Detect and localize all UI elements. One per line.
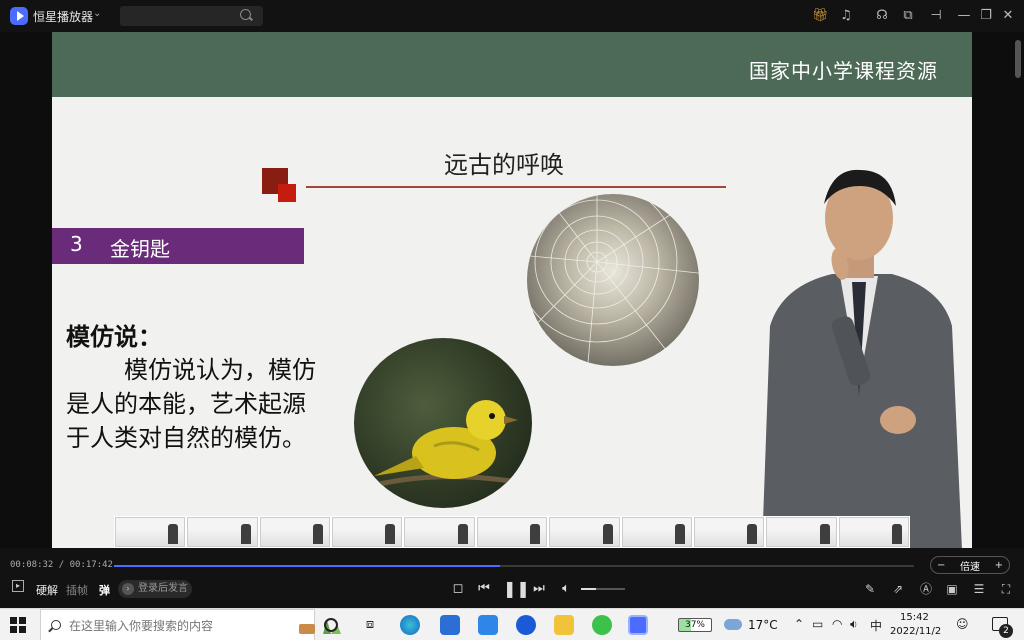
danmu-toggle[interactable]: 弹 <box>99 582 110 598</box>
section-title: 金钥匙 <box>110 237 170 261</box>
danmu-post-label: 登录后发言 <box>138 583 188 594</box>
chevron-right-icon: › <box>122 583 134 595</box>
frame-interp-button[interactable]: 插帧 <box>66 582 88 598</box>
decor-square-red <box>278 184 296 202</box>
scrollbar-thumb[interactable] <box>1015 40 1021 78</box>
wifi-icon[interactable]: ◠ <box>832 617 842 631</box>
next-icon[interactable]: ⏭︎ <box>531 581 547 597</box>
presenter-figure <box>752 156 967 548</box>
app-title[interactable]: 恒星播放器 <box>33 8 93 25</box>
title-bar: 恒星播放器 ⌄ 🎁︎ ♫ ☊ ⧉ ⊣ — ❐ ✕ <box>0 0 1024 32</box>
chevron-down-icon[interactable]: ⌄ <box>93 8 101 19</box>
windows-taskbar: ⧈ 37% 17°C ⌃ ▭ ◠ 🔉︎ 中 15:42 2022/11/2 ☺ … <box>0 608 1024 640</box>
store-icon[interactable] <box>440 615 460 635</box>
speed-increase-button[interactable]: + <box>995 560 1003 571</box>
body-line-1: 模仿说认为，模仿 <box>124 356 316 384</box>
task-view-icon[interactable]: ⧈ <box>360 615 380 635</box>
thumbnail[interactable] <box>621 517 692 547</box>
volume-fill <box>581 588 597 590</box>
speed-decrease-button[interactable]: − <box>937 560 945 571</box>
people-icon[interactable]: ☺ <box>956 617 969 631</box>
section-banner <box>52 228 304 264</box>
taskbar-search-box[interactable] <box>40 609 341 640</box>
tray-expand-icon[interactable]: ⌃ <box>794 617 804 631</box>
taskbar-search-input[interactable] <box>69 617 269 635</box>
spider-web-image <box>527 194 699 366</box>
temperature[interactable]: 17°C <box>748 618 778 632</box>
slide-header-band: 国家中小学课程资源 <box>52 32 972 97</box>
thumbnail[interactable] <box>838 517 909 547</box>
yellow-bird-image <box>354 338 532 508</box>
gift-icon[interactable]: 🎁︎ <box>812 8 829 24</box>
thumbnail[interactable] <box>549 517 620 547</box>
body-line-2: 是人的本能，艺术起源 <box>66 390 306 418</box>
speed-button[interactable]: 倍速 <box>960 558 980 573</box>
mimesis-heading: 模仿说： <box>66 323 162 351</box>
notification-count: 2 <box>999 624 1013 638</box>
weather-cloud-icon[interactable] <box>724 619 742 630</box>
playlist-panel-icon[interactable]: ☰ <box>971 581 987 597</box>
hw-decode-button[interactable]: 硬解 <box>36 582 58 598</box>
video-canvas[interactable]: 国家中小学课程资源 远古的呼唤 3 金钥匙 模仿说： 模仿说认为，模仿 是人的本… <box>52 32 972 548</box>
slide-thumbnail-strip[interactable] <box>114 516 910 548</box>
thumbnail[interactable] <box>115 517 186 547</box>
toolbox-icon[interactable]: ▣ <box>944 581 960 597</box>
mail-icon[interactable] <box>478 615 498 635</box>
edit-icon[interactable]: ✎ <box>862 581 878 597</box>
volume-icon[interactable]: 🔈︎ <box>558 581 574 597</box>
progress-bar[interactable] <box>114 565 914 567</box>
stop-icon[interactable]: ◻ <box>450 581 466 597</box>
windows-start-icon[interactable] <box>10 617 26 633</box>
speaker-icon[interactable]: 🔉︎ <box>850 617 858 632</box>
screenshot-icon[interactable]: ⧉ <box>900 8 916 24</box>
ime-indicator[interactable]: 中 <box>870 617 882 634</box>
subtitle-icon[interactable]: Ⓐ <box>918 581 934 597</box>
volume-slider[interactable] <box>581 588 625 590</box>
pin-icon[interactable]: ⊣ <box>928 8 944 24</box>
thumbnail[interactable] <box>332 517 403 547</box>
minimize-icon[interactable]: — <box>956 8 972 24</box>
search-input[interactable] <box>120 6 235 26</box>
section-number: 3 <box>70 232 83 256</box>
bell-icon[interactable]: ♫ <box>838 8 854 24</box>
cortana-icon[interactable] <box>324 618 338 632</box>
player-logo-icon[interactable] <box>10 7 28 25</box>
clock-date[interactable]: 2022/11/2 <box>890 626 941 637</box>
body-line-3: 于人类对自然的模仿。 <box>66 424 306 452</box>
thumbnail[interactable] <box>187 517 258 547</box>
thumbnail[interactable] <box>259 517 331 547</box>
battery-indicator[interactable]: 37% <box>678 618 712 632</box>
fullscreen-icon[interactable]: ⛶ <box>998 581 1014 597</box>
restore-icon[interactable]: ❐ <box>978 8 994 24</box>
progress-fill <box>114 565 500 567</box>
playlist-icon[interactable]: ▸ <box>12 580 24 592</box>
search-icon <box>51 620 61 630</box>
search-icon[interactable] <box>240 9 251 20</box>
speed-control: − 倍速 + <box>930 556 1010 574</box>
danmu-post-button[interactable]: › 登录后发言 <box>118 580 192 598</box>
title-underline <box>306 186 726 188</box>
thumbnail[interactable] <box>476 517 548 547</box>
edge-browser-icon[interactable] <box>400 615 420 635</box>
slide-title: 远古的呼唤 <box>444 151 564 179</box>
previous-icon[interactable]: ⏮︎ <box>476 581 492 597</box>
player-taskbar-icon[interactable] <box>628 615 648 635</box>
thumbnail[interactable] <box>404 517 475 547</box>
close-icon[interactable]: ✕ <box>1000 8 1016 24</box>
pause-icon[interactable]: ❚❚ <box>503 581 530 597</box>
playback-controls: 00:08:32 / 00:17:42 − 倍速 + ▸ 硬解 插帧 弹 › 登… <box>0 548 1024 608</box>
player-window: 恒星播放器 ⌄ 🎁︎ ♫ ☊ ⧉ ⊣ — ❐ ✕ 国家中小学课程资源 远古的呼唤… <box>0 0 1024 640</box>
thumbnail[interactable] <box>693 517 765 547</box>
browser-app-icon[interactable] <box>516 615 536 635</box>
thumbnail[interactable] <box>766 517 837 547</box>
file-explorer-icon[interactable] <box>554 615 574 635</box>
brand-text: 国家中小学课程资源 <box>749 59 938 83</box>
headset-icon[interactable]: ☊ <box>874 8 890 24</box>
wechat-icon[interactable] <box>592 615 612 635</box>
section-banner-tip <box>52 228 64 264</box>
time-display: 00:08:32 / 00:17:42 <box>10 560 113 570</box>
share-icon[interactable]: ⇗ <box>890 581 906 597</box>
clock-time[interactable]: 15:42 <box>900 612 929 623</box>
battery-tray-icon[interactable]: ▭ <box>812 617 823 631</box>
